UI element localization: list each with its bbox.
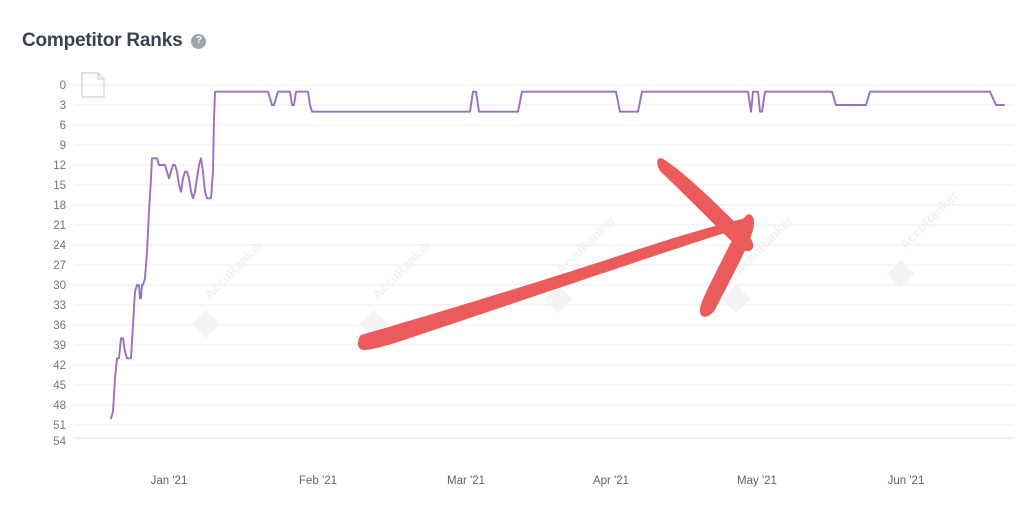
y-tick: 18 — [53, 200, 66, 212]
x-tick: Feb '21 — [299, 475, 337, 487]
y-tick: 15 — [53, 180, 66, 192]
x-tick: Jun '21 — [888, 475, 925, 487]
y-tick: 45 — [53, 380, 66, 392]
y-tick: 36 — [53, 320, 66, 332]
y-tick: 33 — [53, 300, 66, 312]
y-tick: 0 — [60, 80, 66, 92]
watermark-text: AccuRanker — [897, 188, 961, 252]
y-tick: 39 — [53, 340, 66, 352]
y-gridlines — [74, 84, 1014, 439]
y-tick: 24 — [53, 240, 66, 252]
y-tick: 3 — [60, 100, 66, 112]
y-axis-labels: 0 3 6 9 12 15 18 21 24 27 30 33 36 39 42… — [53, 80, 66, 448]
diamond-logo-icon — [192, 310, 220, 338]
watermark-text: AccuRanker — [202, 238, 266, 302]
help-circle-icon[interactable]: ? — [191, 33, 207, 49]
y-tick: 12 — [53, 160, 66, 172]
y-tick: 42 — [53, 360, 66, 372]
competitor-ranks-chart[interactable]: AccuRanker AccuRanker AccuRanker AccuRan… — [0, 60, 1024, 470]
watermark-text: AccuRanker — [370, 238, 434, 302]
y-tick: 6 — [60, 120, 66, 132]
card-header: Competitor Ranks ? — [22, 30, 207, 52]
diamond-logo-icon — [887, 260, 915, 288]
y-tick: 9 — [60, 140, 66, 152]
x-tick: Mar '21 — [447, 475, 485, 487]
page-title: Competitor Ranks — [22, 30, 183, 51]
x-tick: Apr '21 — [593, 475, 629, 487]
x-tick: May '21 — [737, 475, 777, 487]
y-tick: 54 — [53, 436, 66, 448]
diamond-logo-icon — [722, 285, 750, 313]
watermark-group: AccuRanker AccuRanker AccuRanker AccuRan… — [192, 188, 961, 338]
y-tick: 21 — [53, 220, 66, 232]
x-tick: Jan '21 — [151, 475, 188, 487]
x-axis-labels: Jan '21 Feb '21 Mar '21 Apr '21 May '21 … — [0, 466, 1024, 516]
y-tick: 30 — [53, 280, 66, 292]
competitor-ranks-card: Competitor Ranks ? AccuRanker AccuRanker… — [0, 0, 1024, 516]
chart-svg: AccuRanker AccuRanker AccuRanker AccuRan… — [53, 72, 1014, 448]
y-tick: 27 — [53, 260, 66, 272]
y-tick: 51 — [53, 420, 66, 432]
y-tick: 48 — [53, 400, 66, 412]
